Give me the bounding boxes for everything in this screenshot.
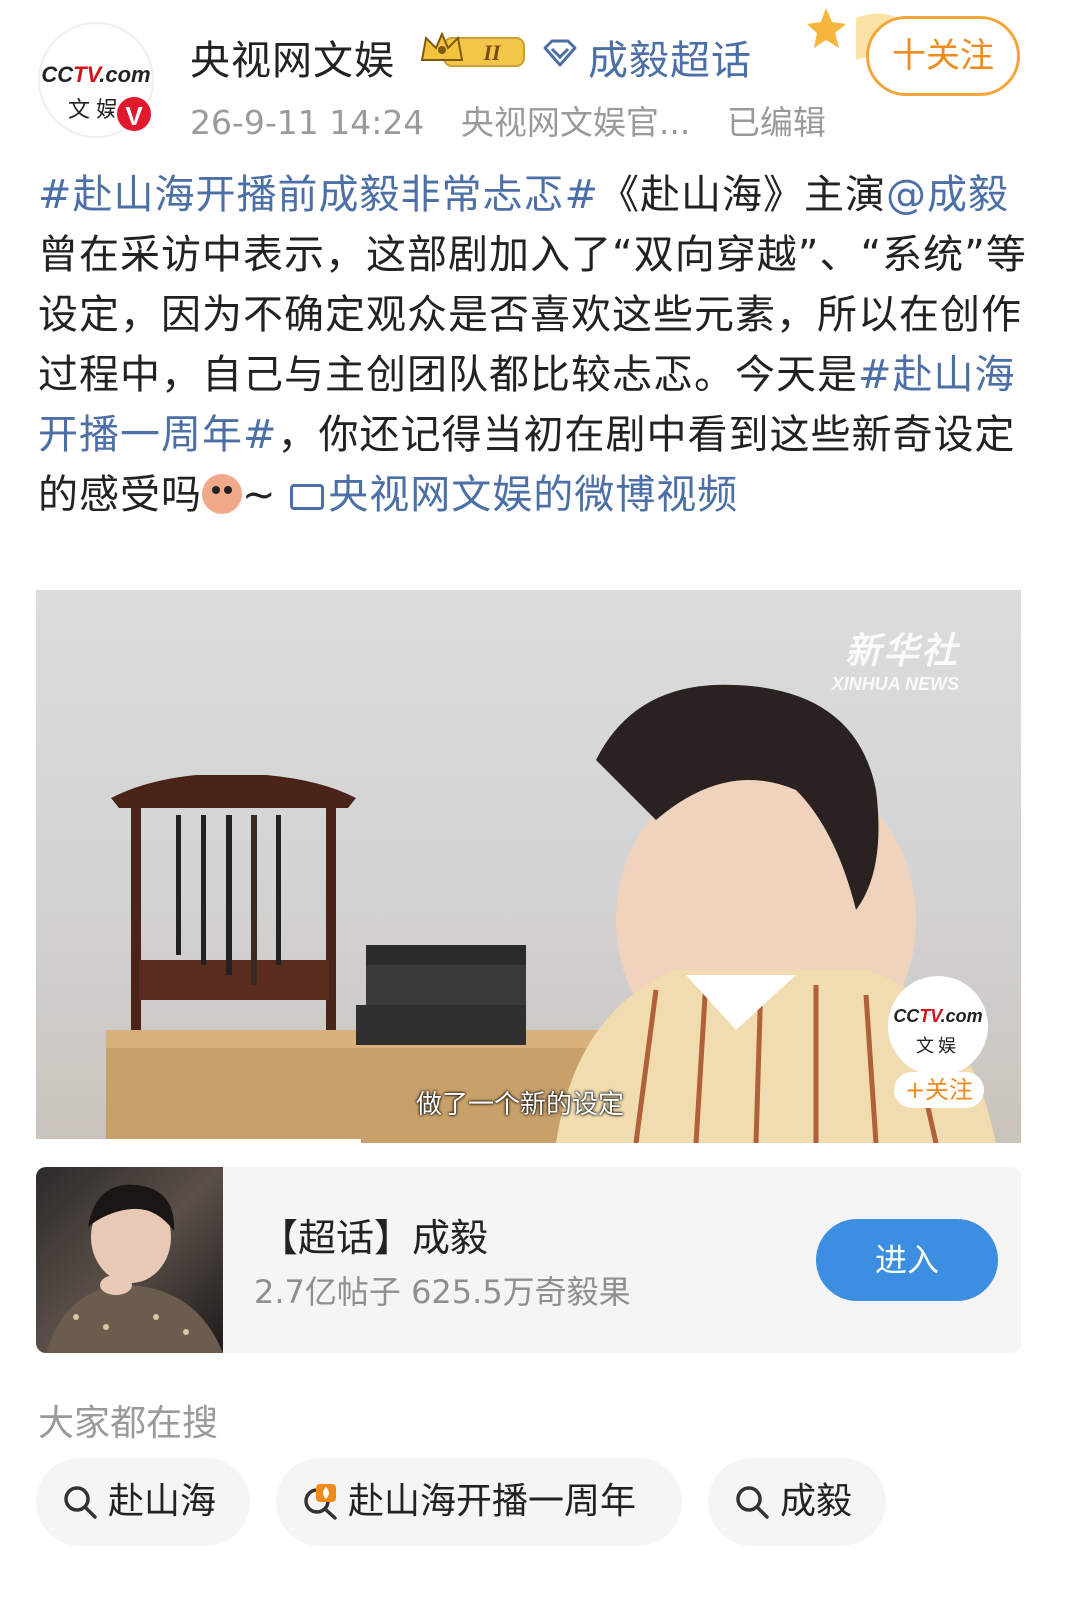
- hot-search-icon: [304, 1484, 337, 1520]
- post-text: #赴山海开播前成毅非常忐忑#《赴山海》主演@成毅 曾在采访中表示，这部剧加入了“…: [38, 165, 1038, 525]
- search-chip-label: 赴山海开播一周年: [348, 1481, 637, 1522]
- vip-crown-icon: II: [420, 31, 525, 67]
- video-subtitle: 做了一个新的设定: [416, 1090, 625, 1120]
- super-topic-thumbnail: [36, 1167, 223, 1353]
- super-topic-link[interactable]: 成毅超话: [588, 28, 752, 86]
- emoji-icon: [202, 474, 242, 514]
- search-chip-label: 赴山海: [108, 1481, 217, 1522]
- video-follow-button[interactable]: +关注: [894, 1072, 984, 1108]
- video-link-label: 央视网文娱的微博视频: [328, 472, 739, 518]
- post-date: 26-9-11 14:24: [190, 103, 425, 142]
- search-icon: [64, 1486, 97, 1519]
- search-icon: [736, 1486, 769, 1519]
- search-chip[interactable]: 成毅: [708, 1458, 886, 1546]
- super-topic-diamond-icon: [543, 39, 577, 67]
- search-chip[interactable]: 赴山海开播一周年: [276, 1458, 682, 1546]
- post-meta: 26-9-11 14:24 央视网文娱官... 已编辑: [190, 96, 852, 144]
- post-text-segment: 《赴山海》主演: [599, 172, 887, 218]
- hashtag-link[interactable]: #赴山海开播前成毅非常忐忑#: [38, 172, 599, 218]
- video-progress-bar[interactable]: [36, 1139, 362, 1143]
- post-source[interactable]: 央视网文娱官...: [461, 103, 690, 142]
- watermark-sub: XINHUA NEWS: [831, 674, 959, 694]
- searches-title: 大家都在搜: [38, 1403, 219, 1444]
- post-edited: 已编辑: [726, 103, 826, 142]
- avatar[interactable]: CCTV.com 文娱 V: [38, 22, 154, 138]
- video-channel-badge[interactable]: CCTV.com 文娱: [888, 976, 988, 1076]
- author-name[interactable]: 央视网文娱: [190, 28, 395, 86]
- super-topic-stats: 2.7亿帖子 625.5万奇毅果: [254, 1273, 631, 1311]
- vip-level: II: [482, 40, 502, 65]
- follow-button[interactable]: 十关注: [866, 16, 1020, 96]
- super-topic-title: 【超话】成毅: [260, 1216, 489, 1260]
- verified-badge-icon: V: [114, 94, 154, 134]
- search-chip[interactable]: 赴山海: [36, 1458, 250, 1546]
- avatar-logo: CCTV.com: [41, 62, 151, 87]
- watermark-main: 新华社: [844, 631, 959, 672]
- video-link[interactable]: 央视网文娱的微博视频: [290, 472, 738, 518]
- video-camera-icon: [290, 484, 325, 510]
- mention-link[interactable]: @成毅: [886, 172, 1009, 218]
- thumbnail-image: [46, 1184, 223, 1353]
- enter-button[interactable]: 进入: [816, 1219, 998, 1301]
- video-badge-logo: CCTV.com: [893, 1006, 983, 1026]
- super-topic-card[interactable]: 【超话】成毅 2.7亿帖子 625.5万奇毅果 进入: [36, 1167, 1021, 1353]
- post-text-segment: ~: [242, 472, 291, 518]
- news-watermark: 新华社 XINHUA NEWS: [832, 622, 959, 695]
- video-badge-name: 文娱: [916, 1036, 960, 1057]
- search-chip-label: 成毅: [780, 1481, 853, 1522]
- video-player[interactable]: 新华社 XINHUA NEWS 做了一个新的设定 CCTV.com 文娱 +关注: [36, 590, 1021, 1143]
- post-header: CCTV.com 文娱 V 央视网文娱 II 成毅超话 26-9-11 14:2…: [0, 0, 1080, 150]
